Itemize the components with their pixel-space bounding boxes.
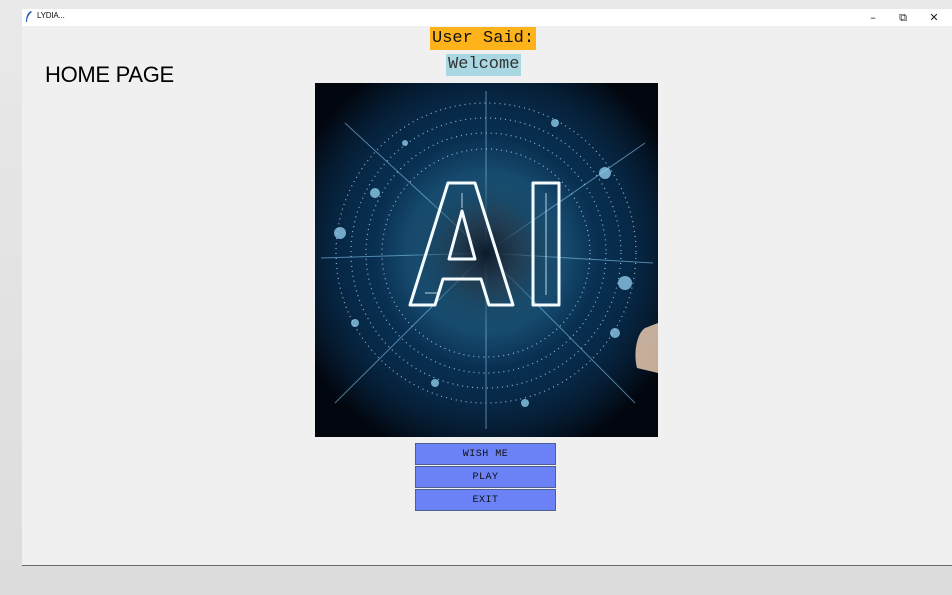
play-button[interactable]: PLAY <box>415 466 556 488</box>
ai-circuit-image <box>315 83 658 437</box>
close-button[interactable]: ✕ <box>919 9 949 26</box>
minimize-button[interactable]: – <box>858 9 888 26</box>
user-said-label: User Said: <box>430 27 537 50</box>
feather-icon <box>26 11 32 22</box>
maximize-button[interactable]: ⧉ <box>888 9 918 26</box>
exit-button[interactable]: EXIT <box>415 489 556 511</box>
window-title: LYDIA... <box>37 11 65 20</box>
app-window: LYDIA... – ⧉ ✕ HOME PAGE User Said: Welc… <box>22 9 952 566</box>
title-bar[interactable]: LYDIA... – ⧉ ✕ <box>22 9 952 26</box>
page-title: HOME PAGE <box>45 62 174 87</box>
wish-me-button[interactable]: WISH ME <box>415 443 556 465</box>
recognized-speech-label: Welcome <box>446 54 522 76</box>
